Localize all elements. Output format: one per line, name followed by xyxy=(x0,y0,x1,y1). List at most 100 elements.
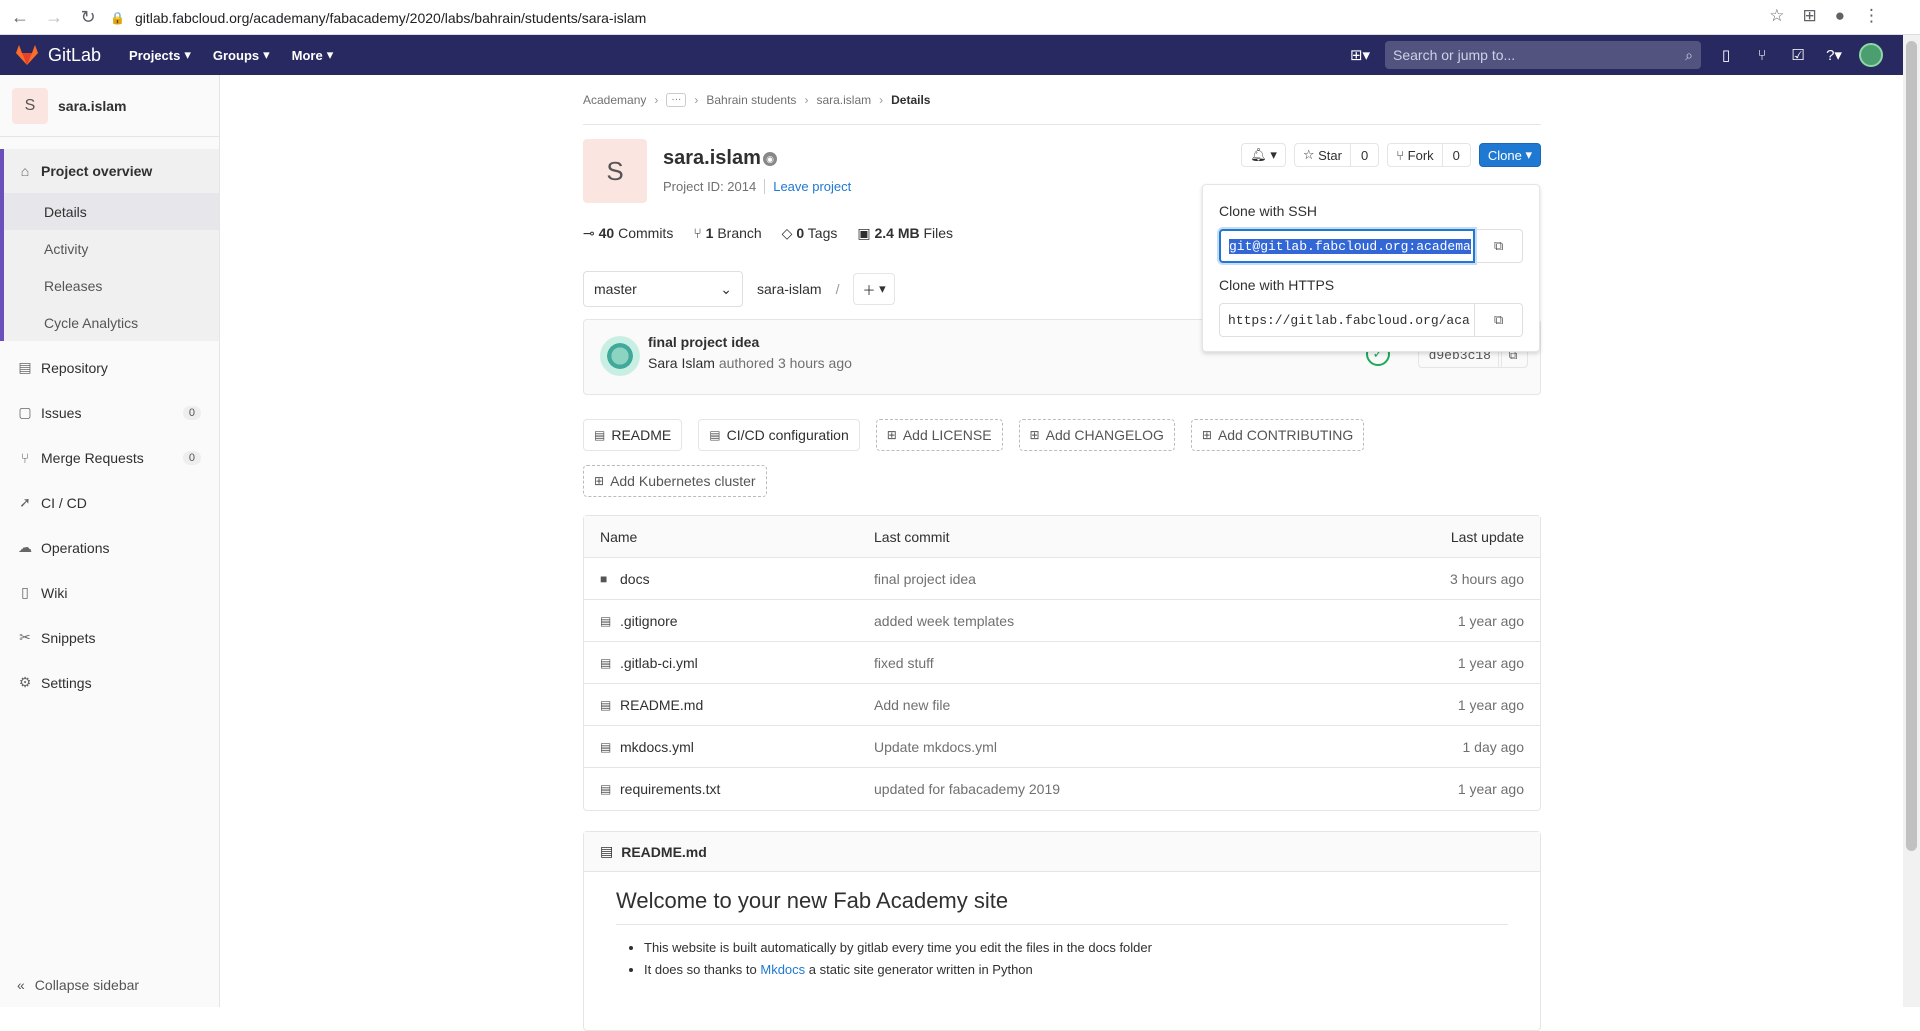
clone-ssh-input[interactable]: git@gitlab.fabcloud.org:academa xyxy=(1219,229,1476,263)
book-icon: ▤ xyxy=(18,359,32,375)
help-icon[interactable]: ?▾ xyxy=(1823,44,1845,66)
lock-icon: 🔒 xyxy=(110,11,125,25)
bell-icon: 🔔︎ xyxy=(1250,147,1267,162)
sidebar-item-cicd[interactable]: ➚ CI / CD xyxy=(0,480,219,525)
sidebar-item-repository[interactable]: ▤ Repository xyxy=(0,345,219,390)
sidebar-item-merge-requests[interactable]: ⑂ Merge Requests 0 xyxy=(0,435,219,480)
sidebar-sub-details[interactable]: Details xyxy=(0,193,219,230)
nav-projects[interactable]: Projects ▾ xyxy=(129,47,191,63)
repo-path[interactable]: sara-islam xyxy=(757,281,822,297)
file-name[interactable]: requirements.txt xyxy=(620,781,720,797)
file-name[interactable]: .gitignore xyxy=(620,613,678,629)
sidebar-sub-activity[interactable]: Activity xyxy=(0,230,219,267)
files-stat[interactable]: ▣ 2.4 MB Files xyxy=(857,225,953,242)
merge-requests-icon[interactable]: ⑂ xyxy=(1751,44,1773,66)
scrollbar-thumb[interactable] xyxy=(1906,41,1917,851)
new-item-plus-icon[interactable]: ⊞▾ xyxy=(1349,44,1371,66)
file-name[interactable]: docs xyxy=(620,571,650,587)
clone-https-input[interactable]: https://gitlab.fabcloud.org/aca xyxy=(1219,303,1476,337)
bookmark-star-icon[interactable]: ☆ xyxy=(1769,6,1784,26)
nav-groups[interactable]: Groups ▾ xyxy=(213,47,270,63)
leave-project-link[interactable]: Leave project xyxy=(764,179,851,194)
search-input[interactable]: Search or jump to... ⌕ xyxy=(1385,41,1701,69)
breadcrumb-sara-islam[interactable]: sara.islam xyxy=(816,93,871,107)
author-avatar[interactable] xyxy=(600,336,640,376)
commit-icon: ⊸ xyxy=(583,224,595,241)
project-sidebar: S sara.islam ⌂ Project overview Details … xyxy=(0,75,220,1007)
add-to-tree-button[interactable]: ＋ ▾ xyxy=(853,273,895,305)
collapse-sidebar-button[interactable]: « Collapse sidebar xyxy=(17,977,139,993)
branch-stat[interactable]: ⑂ 1 Branch xyxy=(693,225,761,241)
breadcrumb-expand-button[interactable]: ··· xyxy=(666,92,687,107)
clone-button[interactable]: Clone ▾ xyxy=(1478,143,1541,167)
sidebar-item-operations[interactable]: ☁ Operations xyxy=(0,525,219,570)
commits-stat[interactable]: ⊸ 40 Commits xyxy=(583,225,673,242)
row-commit[interactable]: final project idea xyxy=(874,571,1374,587)
profile-icon[interactable]: ● xyxy=(1835,6,1845,26)
table-row[interactable]: ■ docs final project idea 3 hours ago xyxy=(584,558,1540,600)
fork-button[interactable]: ⑂ Fork xyxy=(1387,143,1443,167)
tags-stat[interactable]: ◇ 0 Tags xyxy=(782,225,838,242)
star-count[interactable]: 0 xyxy=(1350,143,1380,167)
sidebar-sub-releases[interactable]: Releases xyxy=(0,267,219,304)
brand-name: GitLab xyxy=(48,44,102,65)
fork-count[interactable]: 0 xyxy=(1442,143,1471,167)
file-name[interactable]: mkdocs.yml xyxy=(620,739,694,755)
sidebar-project-header[interactable]: S sara.islam xyxy=(0,75,219,137)
todos-icon[interactable]: ☑ xyxy=(1787,44,1809,66)
copy-https-icon[interactable]: ⧉ xyxy=(1475,303,1523,337)
add-license-button[interactable]: ⊞ Add LICENSE xyxy=(875,419,1003,451)
commit-author-line: Sara Islam authored 3 hours ago xyxy=(648,355,852,371)
file-name[interactable]: .gitlab-ci.yml xyxy=(620,655,698,671)
sidebar-item-project-overview[interactable]: ⌂ Project overview xyxy=(0,149,219,193)
file-icon: ▤ xyxy=(600,739,612,754)
readme-list: This website is built automatically by g… xyxy=(644,937,1540,981)
star-button[interactable]: ☆ Star xyxy=(1293,143,1351,167)
branch-select[interactable]: master ⌄ xyxy=(583,271,743,307)
sidebar-item-wiki[interactable]: ▯ Wiki xyxy=(0,570,219,615)
add-contributing-button[interactable]: ⊞ Add CONTRIBUTING xyxy=(1190,419,1365,451)
menu-icon[interactable]: ⋮ xyxy=(1863,6,1880,26)
readme-button[interactable]: ▤ README xyxy=(583,419,683,451)
breadcrumb-details[interactable]: Details xyxy=(891,93,930,107)
commit-author[interactable]: Sara Islam xyxy=(648,355,715,371)
copy-ssh-icon[interactable]: ⧉ xyxy=(1475,229,1523,263)
back-icon[interactable]: ← xyxy=(6,3,34,31)
mkdocs-link[interactable]: Mkdocs xyxy=(760,962,805,977)
row-commit[interactable]: added week templates xyxy=(874,613,1374,629)
table-row[interactable]: ▤ mkdocs.yml Update mkdocs.yml 1 day ago xyxy=(584,726,1540,768)
chevron-down-icon: ⌄ xyxy=(720,280,732,297)
table-row[interactable]: ▤ requirements.txt updated for fabacademy… xyxy=(584,768,1540,810)
row-commit[interactable]: Update mkdocs.yml xyxy=(874,739,1374,755)
address-bar[interactable]: 🔒 gitlab.fabcloud.org/academany/fabacade… xyxy=(110,6,1760,30)
sidebar-item-settings[interactable]: ⚙ Settings xyxy=(0,660,219,705)
file-name[interactable]: README.md xyxy=(620,697,703,713)
forward-icon[interactable]: → xyxy=(40,3,68,31)
row-commit[interactable]: Add new file xyxy=(874,697,1374,713)
readme-filename[interactable]: README.md xyxy=(621,844,707,860)
row-commit[interactable]: fixed stuff xyxy=(874,655,1374,671)
breadcrumb-bahrain-students[interactable]: Bahrain students xyxy=(706,93,796,107)
reload-icon[interactable]: ↻ xyxy=(74,3,102,31)
notification-bell-button[interactable]: 🔔︎ ▾ xyxy=(1241,143,1286,167)
extension-icon[interactable]: ⊞ xyxy=(1802,6,1816,26)
add-kubernetes-cluster-button[interactable]: ⊞ Add Kubernetes cluster xyxy=(583,465,767,497)
table-row[interactable]: ▤ README.md Add new file 1 year ago xyxy=(584,684,1540,726)
nav-more[interactable]: More ▾ xyxy=(292,47,334,63)
doc-icon: ▤ xyxy=(594,428,606,442)
row-updated: 1 year ago xyxy=(1457,696,1524,713)
commit-message[interactable]: final project idea xyxy=(648,334,759,350)
table-row[interactable]: ▤ .gitlab-ci.yml fixed stuff 1 year ago xyxy=(584,642,1540,684)
sidebar-item-issues[interactable]: ▢ Issues 0 xyxy=(0,390,219,435)
sidebar-toggle-icon[interactable]: ▯ xyxy=(1715,44,1737,66)
breadcrumb-academany[interactable]: Academany xyxy=(583,93,646,107)
page-scrollbar[interactable] xyxy=(1903,35,1920,1007)
gitlab-logo[interactable]: GitLab xyxy=(16,45,101,66)
row-commit[interactable]: updated for fabacademy 2019 xyxy=(874,781,1374,797)
add-changelog-button[interactable]: ⊞ Add CHANGELOG xyxy=(1018,419,1175,451)
sidebar-item-snippets[interactable]: ✂ Snippets xyxy=(0,615,219,660)
cicd-configuration-button[interactable]: ▤ CI/CD configuration xyxy=(698,419,860,451)
user-avatar[interactable] xyxy=(1859,43,1883,67)
sidebar-sub-cycle-analytics[interactable]: Cycle Analytics xyxy=(0,304,219,341)
table-row[interactable]: ▤ .gitignore added week templates 1 year … xyxy=(584,600,1540,642)
